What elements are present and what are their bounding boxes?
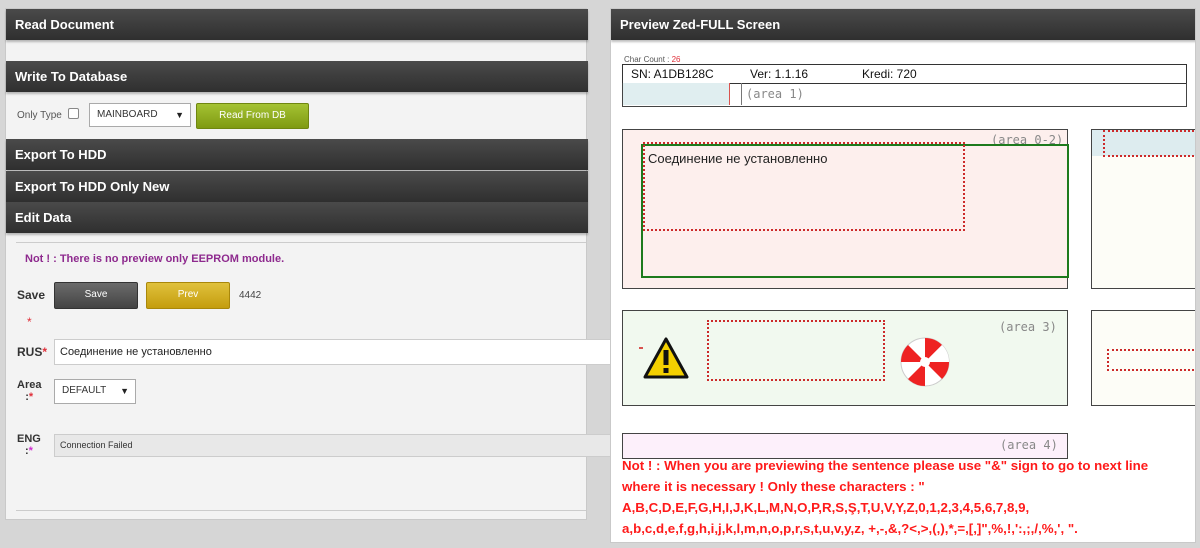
rus-label: RUS* <box>17 345 47 359</box>
area-right-middle-dotted-box <box>1107 349 1195 371</box>
version: Ver: 1.1.16 <box>750 67 809 81</box>
area-required-star: * <box>28 391 34 403</box>
save-button[interactable]: Save <box>54 282 138 309</box>
eng-label-text: ENG <box>17 433 41 445</box>
area-right-top[interactable] <box>1091 129 1195 289</box>
area-3-marker <box>639 347 643 349</box>
area-0-2[interactable]: (area 0-2) Соединение не установленно <box>622 129 1069 289</box>
area-label: Area :* <box>17 379 41 403</box>
warning-triangle-icon <box>643 337 689 379</box>
prev-button[interactable]: Prev <box>146 282 230 309</box>
device-info-row: SN: A1DB128C Ver: 1.1.16 Kredi: 720 <box>622 64 1187 84</box>
eeprom-notice: Not ! : There is no preview only EEPROM … <box>25 253 285 265</box>
lifebuoy-icon <box>900 337 950 387</box>
area-3-dotted-box <box>707 320 885 381</box>
left-panel: Read Document Write To Database Only Typ… <box>5 8 614 520</box>
save-label: Save <box>17 288 46 302</box>
preview-screen: Char Count : 26 SN: A1DB128C Ver: 1.1.16… <box>622 54 1195 474</box>
kredi: Kredi: 720 <box>862 67 917 81</box>
section-read-document[interactable]: Read Document <box>6 9 588 40</box>
db-options-row: Only Type MAINBOARD ▼ Read From DB <box>6 101 588 137</box>
area-1-cursor <box>729 83 730 105</box>
serial-number: SN: A1DB128C <box>631 67 714 81</box>
rus-input[interactable]: Соединение не установленно <box>54 339 614 365</box>
area-label-text: Area <box>17 379 42 391</box>
area-1-divider <box>741 83 742 105</box>
chevron-down-icon: ▼ <box>120 386 129 396</box>
preview-panel: Preview Zed-FULL Screen Char Count : 26 … <box>610 8 1196 543</box>
chevron-down-icon: ▼ <box>175 110 184 120</box>
area-select-value: DEFAULT <box>62 385 107 396</box>
area-1[interactable]: (area 1) <box>622 83 1187 107</box>
read-from-db-button[interactable]: Read From DB <box>196 103 309 129</box>
area-1-segment <box>623 83 729 105</box>
type-select-value: MAINBOARD <box>97 109 158 120</box>
required-star: * <box>27 315 32 329</box>
divider-bottom <box>16 510 586 511</box>
type-select[interactable]: MAINBOARD ▼ <box>89 103 191 127</box>
eng-label: ENG :* <box>17 433 41 457</box>
section-edit-data[interactable]: Edit Data <box>6 202 588 233</box>
section-export-to-hdd-only-new[interactable]: Export To HDD Only New <box>6 171 588 202</box>
only-type-checkbox[interactable] <box>68 108 79 119</box>
area-4-label: (area 4) <box>1000 438 1058 452</box>
eng-required-star: * <box>28 445 33 457</box>
divider <box>16 242 586 243</box>
eng-input[interactable]: Connection Failed <box>54 434 614 457</box>
section-write-to-database[interactable]: Write To Database <box>6 61 588 92</box>
rus-required-star: * <box>42 345 48 359</box>
character-warning: Not ! : When you are previewing the sent… <box>622 458 1149 536</box>
area-right-middle[interactable] <box>1091 310 1195 406</box>
rus-label-text: RUS <box>17 345 43 359</box>
area-1-label: (area 1) <box>746 87 804 101</box>
area-right-top-dotted-box <box>1103 130 1195 157</box>
area-0-2-text: Соединение не установленно <box>648 151 828 166</box>
char-count-label: Char Count : <box>624 55 670 64</box>
only-type-label: Only Type <box>17 110 62 121</box>
preview-title: Preview Zed-FULL Screen <box>611 9 1195 40</box>
section-export-to-hdd[interactable]: Export To HDD <box>6 139 588 170</box>
area-3-label: (area 3) <box>999 320 1057 334</box>
record-id: 4442 <box>239 290 262 301</box>
area-3[interactable]: (area 3) <box>622 310 1068 406</box>
area-select[interactable]: DEFAULT ▼ <box>54 379 136 404</box>
char-count-value: 26 <box>671 55 681 64</box>
char-count: Char Count : 26 <box>624 55 681 64</box>
